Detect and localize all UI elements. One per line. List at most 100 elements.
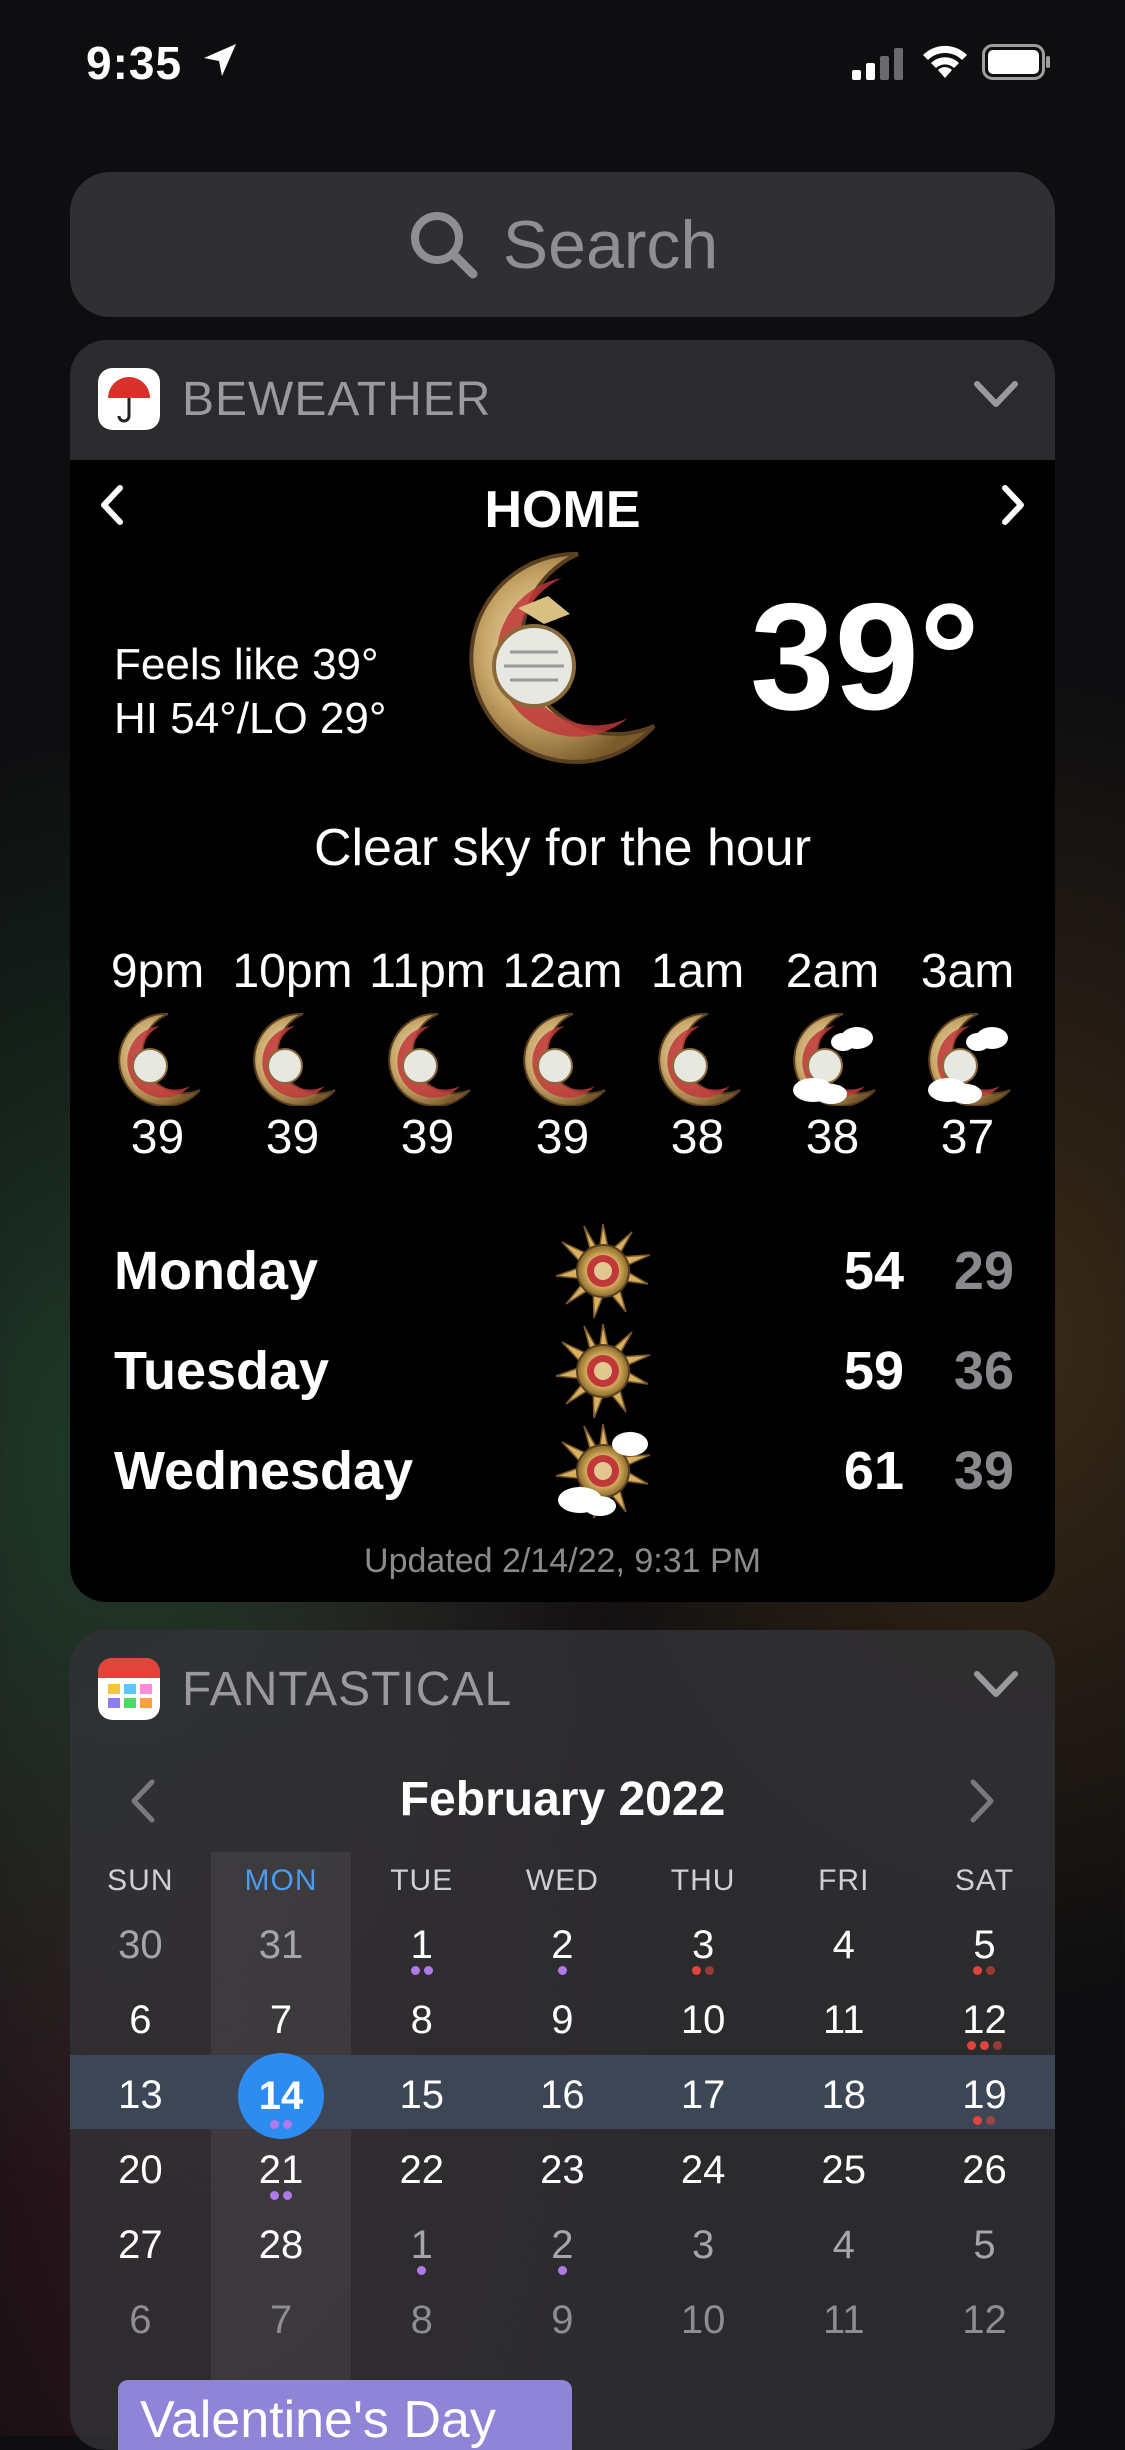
calendar-day[interactable]: 30: [70, 1908, 211, 1983]
calendar-day[interactable]: 18: [773, 2058, 914, 2133]
calendar-day[interactable]: 5: [914, 1908, 1055, 1983]
calendar-day[interactable]: 2: [492, 1908, 633, 1983]
weekday-label: TUE: [390, 1864, 454, 1897]
calendar-day[interactable]: 6: [70, 1983, 211, 2058]
calendar-day[interactable]: 9: [492, 1983, 633, 2058]
calendar-day[interactable]: 8: [351, 2283, 492, 2358]
day-number: 10: [680, 1998, 726, 2042]
calendar-day[interactable]: 26: [914, 2133, 1055, 2208]
chevron-down-icon[interactable]: [973, 378, 1019, 412]
calendar-day[interactable]: 7: [211, 1983, 352, 2058]
sun-cloudy-icon: [555, 1423, 651, 1519]
calendar-day[interactable]: 1: [351, 2208, 492, 2283]
hour-label: 1am: [650, 945, 745, 998]
weekday-label: MON: [244, 1864, 318, 1897]
weekday-label: SUN: [107, 1864, 174, 1897]
day-number: 7: [269, 1998, 293, 2042]
widget-header[interactable]: FANTASTICAL: [70, 1630, 1055, 1748]
event-dots: [633, 1966, 774, 1975]
calendar-day[interactable]: 4: [773, 1908, 914, 1983]
moon-cloudy-icon: [792, 1012, 876, 1106]
calendar-day[interactable]: 3: [633, 2208, 774, 2283]
day-number: 8: [410, 1998, 433, 2042]
calendar-grid: SUN MON TUE WED THU FRI SAT 30 31 1 2 3 …: [70, 1852, 1055, 2442]
calendar-day[interactable]: 7: [211, 2283, 352, 2358]
calendar-day[interactable]: 22: [351, 2133, 492, 2208]
calendar-day[interactable]: 3: [633, 1908, 774, 1983]
day-number: 25: [821, 2148, 867, 2192]
day-number: 24: [680, 2148, 726, 2192]
day-number: 3: [691, 2223, 715, 2267]
event-dots: [211, 2120, 352, 2129]
calendar-day[interactable]: 31: [211, 1908, 352, 1983]
day-name: Tuesday: [114, 1341, 330, 1401]
calendar-day[interactable]: 11: [773, 1983, 914, 2058]
event-dots: [351, 1966, 492, 1975]
calendar-day[interactable]: 27: [70, 2208, 211, 2283]
calendar-day[interactable]: 12: [914, 1983, 1055, 2058]
calendar-header: February 2022: [70, 1760, 1055, 1840]
day-number: 6: [129, 2298, 152, 2342]
day-number: 8: [410, 2298, 433, 2342]
widget-title: BEWEATHER: [182, 373, 492, 426]
chevron-down-icon[interactable]: [973, 1668, 1019, 1702]
day-number: 18: [821, 2073, 867, 2117]
daily-forecast: Monday 54 29 Tuesday 59 36 Wednesday 61 …: [114, 1222, 1014, 1522]
calendar-day[interactable]: 24: [633, 2133, 774, 2208]
status-bar: 9:35: [0, 0, 1125, 130]
calendar-day[interactable]: 25: [773, 2133, 914, 2208]
day-number: 11: [823, 2298, 865, 2342]
chevron-right-icon[interactable]: [967, 1778, 997, 1824]
widget-header[interactable]: BEWEATHER: [70, 340, 1055, 458]
calendar-week-row: 30 31 1 2 3 4 5: [70, 1908, 1055, 1983]
calendar-day[interactable]: 23: [492, 2133, 633, 2208]
day-number: 22: [399, 2148, 444, 2192]
calendar-day[interactable]: 11: [773, 2283, 914, 2358]
hour-temp: 39: [265, 1111, 320, 1164]
event-dots: [914, 1966, 1055, 1975]
daily-row: Monday 54 29: [114, 1222, 1014, 1322]
day-high: 59: [843, 1341, 904, 1401]
hour-temp: 37: [940, 1111, 995, 1164]
day-number: 12: [962, 2298, 1007, 2342]
calendar-day[interactable]: 16: [492, 2058, 633, 2133]
chevron-right-icon[interactable]: [993, 480, 1033, 530]
moon-clear-icon: [387, 1012, 471, 1106]
calendar-day[interactable]: 4: [773, 2208, 914, 2283]
sun-clear-icon: [555, 1323, 651, 1419]
calendar-day[interactable]: 2: [492, 2208, 633, 2283]
weather-summary: Clear sky for the hour: [313, 819, 812, 877]
calendar-day[interactable]: 13: [70, 2058, 211, 2133]
feels-like-text: Feels like 39°: [114, 640, 379, 689]
calendar-week-row: 20 21 22 23 24 25 26: [70, 2133, 1055, 2208]
event-chip[interactable]: Valentine's Day: [118, 2380, 572, 2450]
day-number: 28: [258, 2223, 304, 2267]
calendar-day[interactable]: 15: [351, 2058, 492, 2133]
calendar-day[interactable]: 9: [492, 2283, 633, 2358]
calendar-day[interactable]: 8: [351, 1983, 492, 2058]
calendar-day[interactable]: 10: [633, 1983, 774, 2058]
weekday-label: FRI: [818, 1864, 870, 1897]
event-dots: [914, 2041, 1055, 2050]
search-placeholder: Search: [502, 206, 719, 283]
day-name: Wednesday: [114, 1441, 414, 1501]
calendar-day[interactable]: 19: [914, 2058, 1055, 2133]
calendar-day[interactable]: 12: [914, 2283, 1055, 2358]
beweather-widget[interactable]: BEWEATHER HOME Feels like 39° HI 54°/LO …: [70, 340, 1055, 1602]
calendar-day[interactable]: 28: [211, 2208, 352, 2283]
moon-cloudy-icon: [927, 1012, 1011, 1106]
calendar-day[interactable]: 20: [70, 2133, 211, 2208]
calendar-day[interactable]: 10: [633, 2283, 774, 2358]
calendar-day[interactable]: 5: [914, 2208, 1055, 2283]
fantastical-widget[interactable]: FANTASTICAL February 2022 SUN MON TUE WE…: [70, 1630, 1055, 2450]
calendar-day[interactable]: 17: [633, 2058, 774, 2133]
hour-label: 2am: [785, 945, 880, 998]
search-bar[interactable]: Search: [70, 172, 1055, 317]
moon-clear-icon: [657, 1012, 741, 1106]
hour-label: 12am: [502, 945, 623, 998]
day-number: 9: [551, 2298, 574, 2342]
calendar-day[interactable]: 1: [351, 1908, 492, 1983]
calendar-day[interactable]: 21: [211, 2133, 352, 2208]
calendar-day[interactable]: 6: [70, 2283, 211, 2358]
calendar-day-today[interactable]: 14: [211, 2053, 352, 2139]
